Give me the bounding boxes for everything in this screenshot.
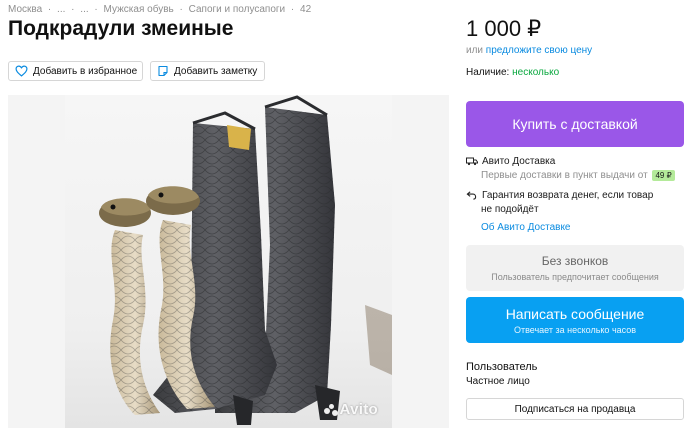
breadcrumb-item-collapsed[interactable]: ...: [57, 4, 65, 15]
guarantee-info: Гарантия возврата денег, если товар: [466, 190, 653, 203]
no-calls-notice: Без звонков Пользователь предпочитает со…: [466, 245, 684, 291]
offer-price-link[interactable]: предложите свою цену: [486, 45, 592, 56]
breadcrumb-item-category[interactable]: Мужская обувь: [104, 4, 174, 15]
availability: Наличие: несколько: [466, 67, 559, 78]
add-note-label: Добавить заметку: [174, 65, 258, 77]
seller-name[interactable]: Пользователь: [466, 361, 537, 373]
breadcrumb-item-subcategory[interactable]: Сапоги и полусапоги: [189, 4, 286, 15]
write-message-label: Написать сообщение: [505, 305, 645, 322]
about-delivery-link[interactable]: Об Авито Доставке: [481, 222, 571, 233]
delivery-price-badge: 49 ₽: [652, 170, 675, 181]
breadcrumb-item-city[interactable]: Москва: [8, 4, 42, 15]
seller-type: Частное лицо: [466, 376, 530, 387]
buy-with-delivery-button[interactable]: Купить с доставкой: [466, 101, 684, 147]
add-to-favorites-label: Добавить в избранное: [33, 65, 138, 77]
guarantee-line1: Гарантия возврата денег, если товар: [482, 190, 654, 201]
return-arrow-icon: [466, 190, 478, 203]
subscribe-to-seller-button[interactable]: Подписаться на продавца: [466, 398, 684, 420]
heart-icon: [15, 65, 28, 77]
product-photo[interactable]: Avito: [65, 95, 392, 428]
delivery-note: Первые доставки в пункт выдачи от 49 ₽: [481, 170, 675, 181]
add-to-favorites-button[interactable]: Добавить в избранное: [8, 61, 143, 81]
delivery-title: Авито Доставка: [482, 156, 556, 167]
truck-icon: [466, 156, 478, 169]
note-icon: [157, 65, 169, 77]
avito-logo-icon: [323, 403, 338, 416]
availability-label: Наличие:: [466, 67, 513, 78]
reply-time-label: Отвечает за несколько часов: [513, 324, 637, 335]
price-offer-line: или предложите свою цену: [466, 45, 592, 56]
no-calls-subtitle: Пользователь предпочитает сообщения: [491, 272, 659, 282]
avito-watermark: Avito: [323, 401, 378, 418]
delivery-info: Авито Доставка: [466, 156, 555, 169]
breadcrumb-separator: ·: [179, 4, 183, 15]
page-title: Подкрадули змеиные: [8, 17, 234, 40]
no-calls-title: Без звонков: [541, 254, 609, 268]
add-note-button[interactable]: Добавить заметку: [150, 61, 265, 81]
breadcrumb: Москва · ... · ... · Мужская обувь · Сап…: [8, 4, 314, 15]
breadcrumb-separator: ·: [290, 4, 295, 15]
price-offer-prefix: или: [466, 45, 486, 56]
snake-boots-illustration: [99, 95, 392, 425]
breadcrumb-separator: ·: [94, 4, 98, 15]
write-message-button[interactable]: Написать сообщение Отвечает за несколько…: [466, 297, 684, 343]
image-gallery[interactable]: Avito: [8, 95, 449, 428]
breadcrumb-separator: ·: [47, 4, 52, 15]
guarantee-line2: не подойдёт: [481, 204, 539, 215]
price: 1 000 ₽: [466, 16, 542, 41]
breadcrumb-item-collapsed[interactable]: ...: [80, 4, 88, 15]
breadcrumb-item-size[interactable]: 42: [300, 4, 311, 15]
breadcrumb-separator: ·: [71, 4, 75, 15]
availability-value: несколько: [512, 67, 560, 78]
